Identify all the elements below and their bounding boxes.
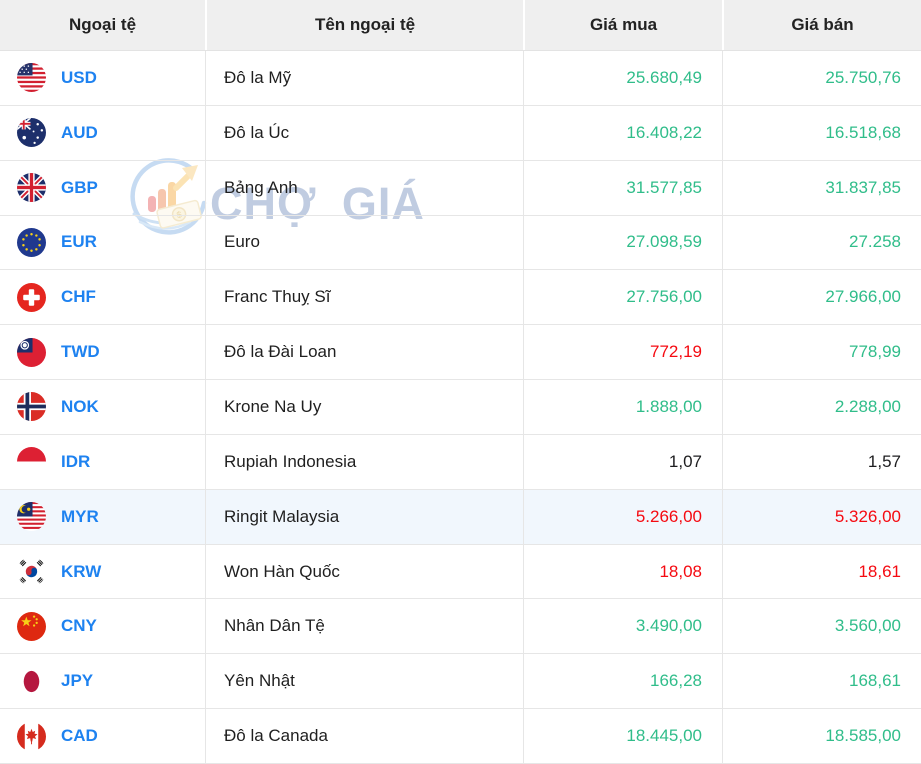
myr-flag-icon: [17, 502, 46, 531]
currency-code-link[interactable]: JPY: [61, 671, 93, 691]
buy-price: 18.445,00: [523, 709, 722, 763]
currency-code-link[interactable]: GBP: [61, 178, 98, 198]
table-row[interactable]: USD Đô la Mỹ 25.680,49 25.750,76: [0, 51, 921, 106]
buy-price: 1,07: [523, 435, 722, 489]
currency-cell: IDR: [0, 435, 205, 489]
sell-price: 16.518,68: [722, 106, 921, 160]
sell-price: 25.750,76: [722, 51, 921, 105]
currency-name: Yên Nhật: [205, 654, 523, 708]
exchange-rate-table: $ CHỢ GIÁ Ngoại tệ Tên ngoại tệ Giá mua …: [0, 0, 921, 764]
currency-cell: KRW: [0, 545, 205, 599]
column-header-currency-name: Tên ngoại tệ: [205, 0, 523, 50]
currency-code-link[interactable]: CNY: [61, 616, 97, 636]
currency-cell: EUR: [0, 216, 205, 270]
buy-price: 31.577,85: [523, 161, 722, 215]
buy-price: 5.266,00: [523, 490, 722, 544]
currency-name: Nhân Dân Tệ: [205, 599, 523, 653]
currency-name: Won Hàn Quốc: [205, 545, 523, 599]
currency-code-link[interactable]: EUR: [61, 232, 97, 252]
buy-price: 16.408,22: [523, 106, 722, 160]
sell-price: 27.966,00: [722, 270, 921, 324]
buy-price: 3.490,00: [523, 599, 722, 653]
buy-price: 27.756,00: [523, 270, 722, 324]
currency-cell: CNY: [0, 599, 205, 653]
sell-price: 18,61: [722, 545, 921, 599]
krw-flag-icon: [17, 557, 46, 586]
table-row[interactable]: KRW Won Hàn Quốc 18,08 18,61: [0, 545, 921, 600]
currency-cell: USD: [0, 51, 205, 105]
column-header-sell-price: Giá bán: [722, 0, 921, 50]
table-row[interactable]: CHF Franc Thuỵ Sĩ 27.756,00 27.966,00: [0, 270, 921, 325]
usd-flag-icon: [17, 63, 46, 92]
currency-code-link[interactable]: MYR: [61, 507, 99, 527]
table-row[interactable]: JPY Yên Nhật 166,28 168,61: [0, 654, 921, 709]
currency-code-link[interactable]: CAD: [61, 726, 98, 746]
sell-price: 168,61: [722, 654, 921, 708]
gbp-flag-icon: [17, 173, 46, 202]
currency-name: Krone Na Uy: [205, 380, 523, 434]
currency-cell: AUD: [0, 106, 205, 160]
table-row[interactable]: IDR Rupiah Indonesia 1,07 1,57: [0, 435, 921, 490]
sell-price: 778,99: [722, 325, 921, 379]
column-header-currency: Ngoại tệ: [0, 0, 205, 50]
currency-cell: MYR: [0, 490, 205, 544]
currency-code-link[interactable]: NOK: [61, 397, 99, 417]
sell-price: 2.288,00: [722, 380, 921, 434]
currency-code-link[interactable]: KRW: [61, 562, 101, 582]
currency-name: Euro: [205, 216, 523, 270]
currency-cell: NOK: [0, 380, 205, 434]
sell-price: 31.837,85: [722, 161, 921, 215]
buy-price: 18,08: [523, 545, 722, 599]
jpy-flag-icon: [17, 667, 46, 696]
sell-price: 27.258: [722, 216, 921, 270]
sell-price: 5.326,00: [722, 490, 921, 544]
currency-cell: GBP: [0, 161, 205, 215]
buy-price: 1.888,00: [523, 380, 722, 434]
currency-code-link[interactable]: IDR: [61, 452, 90, 472]
currency-name: Đô la Úc: [205, 106, 523, 160]
table-row[interactable]: GBP Bảng Anh 31.577,85 31.837,85: [0, 161, 921, 216]
table-row[interactable]: EUR Euro 27.098,59 27.258: [0, 216, 921, 271]
eur-flag-icon: [17, 228, 46, 257]
currency-code-link[interactable]: USD: [61, 68, 97, 88]
currency-name: Đô la Canada: [205, 709, 523, 763]
table-row[interactable]: MYR Ringit Malaysia 5.266,00 5.326,00: [0, 490, 921, 545]
table-row[interactable]: NOK Krone Na Uy 1.888,00 2.288,00: [0, 380, 921, 435]
nok-flag-icon: [17, 392, 46, 421]
buy-price: 25.680,49: [523, 51, 722, 105]
table-row[interactable]: CNY Nhân Dân Tệ 3.490,00 3.560,00: [0, 599, 921, 654]
aud-flag-icon: [17, 118, 46, 147]
sell-price: 18.585,00: [722, 709, 921, 763]
table-body: USD Đô la Mỹ 25.680,49 25.750,76 AUD Đô …: [0, 51, 921, 764]
buy-price: 166,28: [523, 654, 722, 708]
chf-flag-icon: [17, 283, 46, 312]
table-header: Ngoại tệ Tên ngoại tệ Giá mua Giá bán: [0, 0, 921, 51]
currency-name: Đô la Đài Loan: [205, 325, 523, 379]
currency-code-link[interactable]: TWD: [61, 342, 100, 362]
buy-price: 27.098,59: [523, 216, 722, 270]
currency-code-link[interactable]: CHF: [61, 287, 96, 307]
currency-cell: CHF: [0, 270, 205, 324]
sell-price: 3.560,00: [722, 599, 921, 653]
cny-flag-icon: [17, 612, 46, 641]
currency-name: Franc Thuỵ Sĩ: [205, 270, 523, 324]
table-row[interactable]: AUD Đô la Úc 16.408,22 16.518,68: [0, 106, 921, 161]
twd-flag-icon: [17, 338, 46, 367]
currency-name: Ringit Malaysia: [205, 490, 523, 544]
table-row[interactable]: TWD Đô la Đài Loan 772,19 778,99: [0, 325, 921, 380]
column-header-buy-price: Giá mua: [523, 0, 722, 50]
currency-cell: JPY: [0, 654, 205, 708]
currency-cell: CAD: [0, 709, 205, 763]
table-row[interactable]: CAD Đô la Canada 18.445,00 18.585,00: [0, 709, 921, 764]
currency-name: Đô la Mỹ: [205, 51, 523, 105]
currency-cell: TWD: [0, 325, 205, 379]
buy-price: 772,19: [523, 325, 722, 379]
currency-name: Rupiah Indonesia: [205, 435, 523, 489]
cad-flag-icon: [17, 722, 46, 751]
currency-name: Bảng Anh: [205, 161, 523, 215]
currency-code-link[interactable]: AUD: [61, 123, 98, 143]
sell-price: 1,57: [722, 435, 921, 489]
rates-table: Ngoại tệ Tên ngoại tệ Giá mua Giá bán US…: [0, 0, 921, 764]
idr-flag-icon: [17, 447, 46, 476]
